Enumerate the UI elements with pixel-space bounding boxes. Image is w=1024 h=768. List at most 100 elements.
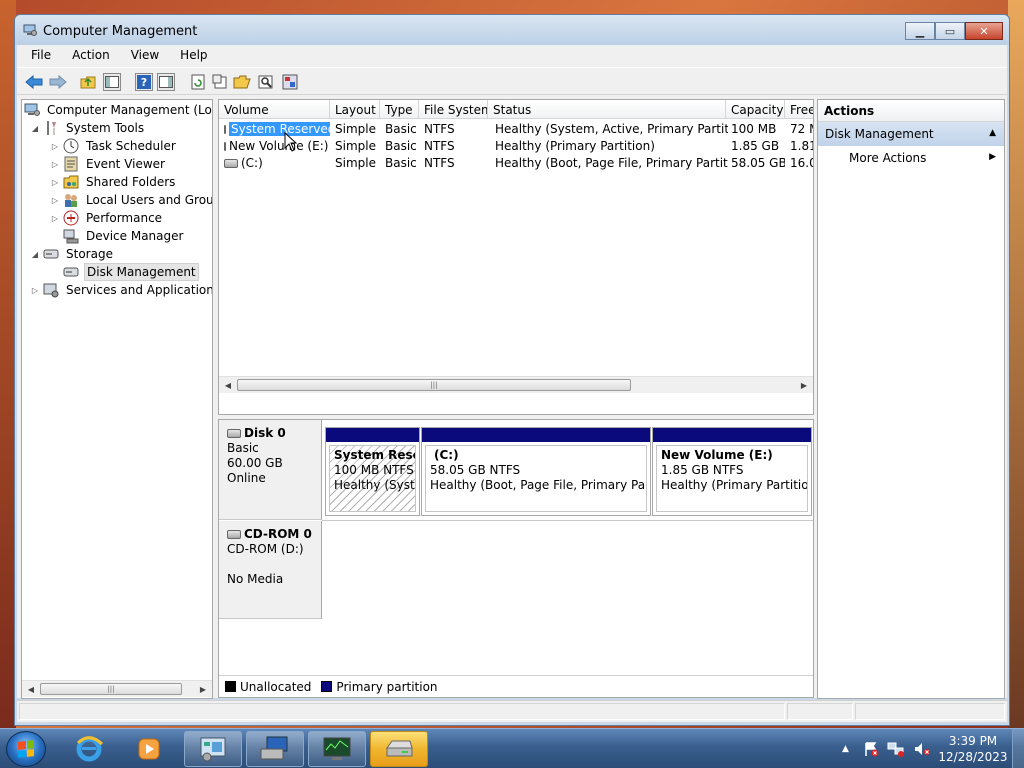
disk0-label[interactable]: Disk 0 Basic 60.00 GB Online <box>219 420 322 520</box>
tree-device-manager[interactable]: Device Manager <box>63 227 185 245</box>
actions-header: Actions <box>818 100 1004 122</box>
taskbar-control-panel[interactable] <box>184 731 242 767</box>
media-player-icon <box>138 738 160 760</box>
start-button[interactable] <box>6 731 46 767</box>
col-layout[interactable]: Layout <box>330 100 380 119</box>
tree-storage[interactable]: ◢ Storage <box>30 245 115 263</box>
help-icon[interactable]: ? <box>135 73 153 91</box>
users-icon <box>63 192 79 208</box>
scroll-right-arrow-icon[interactable]: ▶ <box>196 682 210 696</box>
scroll-right-arrow-icon[interactable]: ▶ <box>797 378 811 392</box>
collapse-arrow-icon[interactable]: ◢ <box>30 250 40 259</box>
network-icon[interactable] <box>887 741 905 757</box>
volume-row[interactable]: System Reserved Simple Basic NTFS Health… <box>219 121 813 138</box>
performance-icon <box>63 210 79 226</box>
expand-arrow-icon[interactable]: ▷ <box>50 196 60 205</box>
actions-pane: Actions Disk Management ▲ More Actions ▶ <box>817 99 1005 699</box>
taskbar-disk-management[interactable] <box>370 731 428 767</box>
taskbar-internet-explorer[interactable] <box>60 731 118 767</box>
tree-horizontal-scrollbar[interactable]: ◀ ||| ▶ <box>22 680 212 697</box>
partition-new-volume-e[interactable]: New Volume (E:) 1.85 GB NTFS Healthy (Pr… <box>652 427 812 516</box>
actions-section-disk-management[interactable]: Disk Management ▲ <box>818 122 1004 146</box>
volume-horizontal-scrollbar[interactable]: ◀ ||| ▶ <box>219 376 813 393</box>
refresh-icon[interactable] <box>189 73 207 91</box>
expand-arrow-icon[interactable]: ▷ <box>50 214 60 223</box>
taskbar-remote-desktop[interactable] <box>246 731 304 767</box>
tree-system-tools[interactable]: ◢ System Tools <box>30 119 146 137</box>
tree-services[interactable]: ▷ Services and Applications <box>30 281 212 299</box>
disk-map: Disk 0 Basic 60.00 GB Online System Rese… <box>218 419 814 698</box>
primary-partition-swatch <box>321 681 333 692</box>
desktop-background-right <box>1008 0 1024 728</box>
clock[interactable]: 3:39 PM 12/28/2023 <box>938 733 1008 765</box>
tree-event-viewer[interactable]: ▷ Event Viewer <box>50 155 167 173</box>
col-capacity[interactable]: Capacity <box>726 100 785 119</box>
drive-icon <box>224 124 226 134</box>
col-file-system[interactable]: File System <box>419 100 488 119</box>
menu-action[interactable]: Action <box>58 45 117 67</box>
expand-arrow-icon[interactable]: ▷ <box>50 178 60 187</box>
tree-disk-management[interactable]: Disk Management <box>63 263 199 281</box>
action-center-flag-icon[interactable] <box>863 741 879 757</box>
show-hidden-icons-icon[interactable]: ▲ <box>842 744 849 754</box>
scroll-left-arrow-icon[interactable]: ◀ <box>24 682 38 696</box>
search-icon[interactable] <box>257 73 275 91</box>
remote-desktop-icon <box>260 736 288 760</box>
tree-task-scheduler[interactable]: ▷ Task Scheduler <box>50 137 178 155</box>
taskbar: ▲ 3:39 PM 12/28/2023 <box>0 728 1024 768</box>
close-button[interactable]: ✕ <box>965 22 1003 40</box>
disk-settings-icon[interactable] <box>281 73 299 91</box>
collapse-arrow-icon[interactable]: ◢ <box>30 124 40 133</box>
taskbar-media-player[interactable] <box>120 731 178 767</box>
clock-time: 3:39 PM <box>948 734 998 748</box>
volume-row[interactable]: New Volume (E:) Simple Basic NTFS Health… <box>219 138 813 155</box>
scroll-thumb[interactable]: ||| <box>40 683 182 695</box>
col-volume[interactable]: Volume <box>219 100 330 119</box>
control-panel-icon <box>200 737 226 762</box>
up-folder-icon[interactable] <box>79 73 97 91</box>
show-desktop-button[interactable] <box>1012 729 1024 768</box>
menu-help[interactable]: Help <box>166 45 214 67</box>
minimize-button[interactable]: ▁ <box>905 22 935 40</box>
cdrom-icon <box>227 530 241 539</box>
scroll-thumb[interactable]: ||| <box>237 379 631 391</box>
drive-icon <box>224 141 226 151</box>
back-icon[interactable] <box>25 73 43 91</box>
tools-icon <box>43 120 59 136</box>
status-segment <box>787 703 853 720</box>
cdrom0-label[interactable]: CD-ROM 0 CD-ROM (D:) No Media <box>219 521 322 619</box>
expand-arrow-icon[interactable]: ▷ <box>50 160 60 169</box>
expand-arrow-icon[interactable]: ▷ <box>50 142 60 151</box>
maximize-button[interactable]: ▭ <box>935 22 965 40</box>
services-icon <box>43 282 59 298</box>
show-action-pane-icon[interactable] <box>157 73 175 91</box>
volume-row[interactable]: (C:) Simple Basic NTFS Healthy (Boot, Pa… <box>219 155 813 172</box>
tree-performance[interactable]: ▷ Performance <box>50 209 164 227</box>
partition-c-drive[interactable]: (C:) 58.05 GB NTFS Healthy (Boot, Page F… <box>421 427 651 516</box>
tree-root[interactable]: Computer Management (Local <box>24 101 212 119</box>
volume-list: Volume Layout Type File System Status Ca… <box>218 99 814 415</box>
partition-system-reserved[interactable]: System Reserv 100 MB NTFS Healthy (Syste… <box>325 427 420 516</box>
more-actions-item[interactable]: More Actions ▶ <box>818 146 1004 170</box>
col-free[interactable]: Free <box>785 100 813 119</box>
col-status[interactable]: Status <box>488 100 726 119</box>
collapse-triangle-icon[interactable]: ▲ <box>989 128 996 138</box>
tree-shared-folders[interactable]: ▷ Shared Folders <box>50 173 177 191</box>
title-bar[interactable]: Computer Management ▁ ▭ ✕ <box>15 15 1009 45</box>
show-hide-tree-icon[interactable] <box>103 73 121 91</box>
computer-management-window: Computer Management ▁ ▭ ✕ File Action Vi… <box>14 14 1010 726</box>
windows-logo-icon <box>18 740 34 758</box>
volume-muted-icon[interactable] <box>913 741 931 757</box>
menu-view[interactable]: View <box>117 45 166 67</box>
shared-folder-icon <box>63 174 79 190</box>
forward-icon[interactable] <box>49 73 67 91</box>
scroll-left-arrow-icon[interactable]: ◀ <box>221 378 235 392</box>
col-type[interactable]: Type <box>380 100 419 119</box>
properties-icon[interactable] <box>211 73 229 91</box>
menu-file[interactable]: File <box>17 45 58 67</box>
tree-local-users[interactable]: ▷ Local Users and Groups <box>50 191 212 209</box>
unallocated-swatch <box>225 681 236 692</box>
expand-arrow-icon[interactable]: ▷ <box>30 286 40 295</box>
open-folder-icon[interactable] <box>233 73 251 91</box>
taskbar-computer-management[interactable] <box>308 731 366 767</box>
